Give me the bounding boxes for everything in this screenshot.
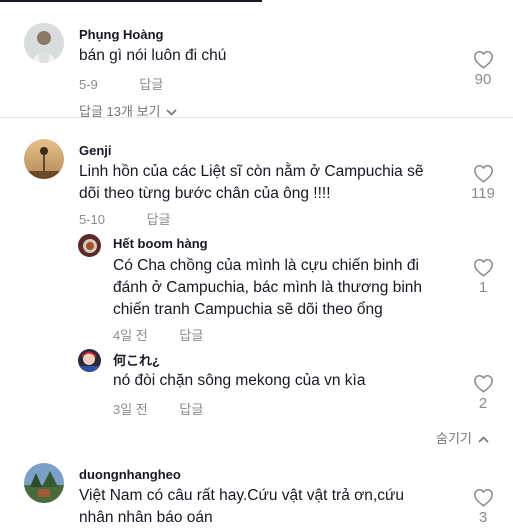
comment-text-line: nhân nhân báo oán — [79, 509, 213, 526]
reply-meta: 4일 전 답글 — [113, 325, 203, 344]
reply-button[interactable]: 답글 — [179, 399, 203, 418]
reply-date: 3일 전 — [113, 402, 148, 417]
like-count: 90 — [474, 71, 492, 88]
like-button[interactable]: 3 — [467, 488, 499, 526]
heart-outline-icon — [473, 164, 493, 183]
reply-author[interactable]: Hết boom hàng — [113, 236, 208, 251]
reply-text: Có Cha chồng của mình là cựu chiến binh … — [113, 255, 443, 321]
like-count: 2 — [478, 395, 488, 412]
reply-date: 4일 전 — [113, 328, 148, 343]
comment-author[interactable]: duongnhangheo — [79, 467, 181, 482]
heart-outline-icon — [473, 50, 493, 69]
comment-text-line: Việt Nam có câu rất hay.Cứu vật vật trả … — [79, 487, 404, 504]
reply-text-line: chiến tranh Campuchia sẽ dõi theo ổng — [113, 301, 383, 318]
comment-date: 5-9 — [79, 77, 98, 92]
heart-outline-icon — [473, 488, 493, 507]
like-button[interactable]: 90 — [467, 50, 499, 88]
chevron-up-icon — [478, 436, 489, 443]
hide-replies-button[interactable]: 숨기기 — [436, 428, 489, 447]
avatar[interactable] — [24, 139, 64, 179]
like-count: 119 — [471, 185, 495, 202]
comment-author[interactable]: Phụng Hoàng — [79, 27, 164, 42]
divider — [0, 117, 513, 118]
reply-button[interactable]: 답글 — [139, 74, 163, 93]
like-count: 1 — [478, 279, 488, 296]
comment-text: Việt Nam có câu rất hay.Cứu vật vật trả … — [79, 485, 459, 529]
avatar[interactable] — [24, 463, 64, 503]
reply-text-line: Có Cha chồng của mình là cựu chiến binh … — [113, 257, 419, 274]
comment-meta: 5-10 답글 — [79, 209, 171, 228]
like-button[interactable]: 2 — [467, 374, 499, 412]
like-button[interactable]: 119 — [467, 164, 499, 202]
heart-outline-icon — [473, 258, 493, 277]
reply-meta: 3일 전 답글 — [113, 399, 203, 418]
reply-button[interactable]: 답글 — [179, 325, 203, 344]
like-count: 3 — [478, 509, 488, 526]
comment-meta: 5-9 답글 — [79, 74, 163, 93]
avatar[interactable] — [78, 234, 101, 257]
comment-date: 5-10 — [79, 212, 106, 227]
reply-button[interactable]: 답글 — [147, 209, 171, 228]
comment-text-line: Linh hồn của các Liệt sĩ còn nằm ở Campu… — [79, 163, 424, 180]
comment-text: Linh hồn của các Liệt sĩ còn nằm ở Campu… — [79, 161, 459, 205]
heart-outline-icon — [473, 374, 493, 393]
avatar[interactable] — [78, 349, 101, 372]
comment-text: bán gì nói luôn đi chú — [79, 47, 227, 64]
reply-text-line: đánh ở Campuchia, bác mình là thương bin… — [113, 279, 423, 296]
comment-text-line: dõi theo từng bước chân của ông !!!! — [79, 185, 331, 202]
chevron-down-icon — [166, 109, 178, 116]
comment-author[interactable]: Genji — [79, 143, 112, 158]
hide-replies-label: 숨기기 — [436, 431, 472, 446]
reply-author[interactable]: 何これ¿ — [113, 350, 160, 369]
tab-underline — [0, 0, 262, 2]
avatar[interactable] — [24, 23, 64, 63]
like-button[interactable]: 1 — [467, 258, 499, 296]
reply-text: nó đòi chặn sông mekong của vn kìa — [113, 372, 366, 389]
